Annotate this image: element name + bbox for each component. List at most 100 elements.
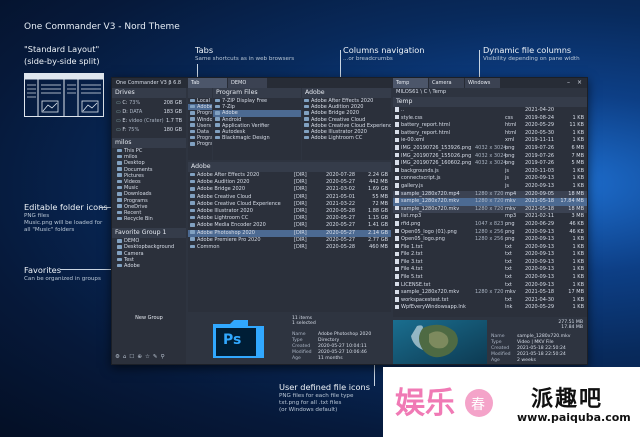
file-icon [395,137,399,143]
favorite-label: Desktopbackground [124,244,175,251]
table-row[interactable]: IMG_20190726_160602.png 4032 x 3024 png 201… [393,160,587,168]
table-row[interactable]: sample_1280x720.mkv 1280 x 720 mkv 2021-05-… [393,198,587,206]
file-ext: xml [505,137,515,144]
file-name: IMG_20190726_153926.png [401,144,472,151]
place-label: Downloads [124,191,152,198]
folder-icons-title: Editable folder icons [24,202,108,212]
table-row[interactable]: Adobe Illustrator 2020 [DIR] 2020-05-28 1.8… [188,208,391,215]
file-date: 2020-05-27 [326,229,356,236]
sidebar-toolbar[interactable]: ⚙⌂☐⊕☆✎⚲ [115,354,168,360]
table-row[interactable]: battery_report.html html 2020-05-30 1 KB [393,130,587,138]
file-name: File 1.txt [401,243,423,250]
file-size: 1.15 GB [367,215,388,222]
app-window: One Commander V3 β 6.8 – × Drives ▭ C: 7… [111,77,588,365]
table-row[interactable]: sample_1280x720.mkv 1280 x 720 mkv 2021-05-… [393,289,587,297]
table-row[interactable]: Adobe Audition 2020 [DIR] 2020-05-27 442 MB [188,179,391,186]
column-item[interactable]: Blackmagic Design [213,135,301,141]
info-key: Age [491,358,500,363]
table-row[interactable]: Adobe Creative Cloud Experience [DIR] 2021… [188,201,391,208]
file-dim: 4032 x 3024 [475,160,507,167]
table-row[interactable]: WpfEveryWindowsapp.lnk lnk 2020-05-29 1 KB [393,304,587,312]
table-row[interactable]: IMG_20190726_153926.png 4032 x 3024 png 201… [393,145,587,153]
file-ext: mkv [505,205,516,212]
file-size: 3 MB [571,213,584,220]
table-row[interactable]: Open05_logo (01).png 1280 x 256 png 2020-09… [393,229,587,237]
table-row[interactable]: Common [DIR] 2020-05-28 460 MB [188,244,391,251]
sidebar-place-item[interactable]: Recycle Bin [112,216,186,222]
table-row[interactable]: LICENSE.txt txt 2020-09-13 1 KB [393,282,587,290]
table-row[interactable]: .. 2021-04-20 [393,107,587,115]
file-name: Adobe Premiere Pro 2020 [197,236,261,243]
file-size: 72 MB [372,200,388,207]
file-size: 1 KB [572,167,584,174]
file-ext: [DIR] [294,229,307,236]
favorite-label: Adobe [124,263,140,269]
drive-item[interactable]: ▭ E: video (Crater) 1.7 TB [114,117,184,126]
file-name: sample_1280x720.mkv [401,205,460,212]
table-row[interactable]: File 2.txt txt 2020-09-13 1 KB [393,251,587,259]
file-ext: js [505,175,509,182]
file-ext: mkv [505,198,516,205]
tab-demo[interactable]: DEMO [228,78,267,88]
table-row[interactable]: backgrounds.js js 2020-11-03 1 KB [393,168,587,176]
table-row[interactable]: File 5.txt txt 2020-09-13 1 KB [393,274,587,282]
file-dim: 1280 x 720 [475,198,504,205]
table-row[interactable]: connectscript.js js 2020-09-13 1 KB [393,175,587,183]
file-date: 2020-09-13 [525,236,555,243]
file-dim: 1280 x 256 [475,236,504,243]
table-row[interactable]: Adobe Bridge 2020 [DIR] 2021-03-02 1.69 GB [188,186,391,193]
file-name: Adobe Media Encoder 2020 [197,222,266,229]
drive-item[interactable]: ▭ D: DATA 183 GB [114,108,184,117]
minimize-icon[interactable]: – [567,79,570,86]
file-size: 442 MB [369,179,388,186]
file-icon [395,168,399,173]
table-row[interactable]: Adobe After Effects 2020 [DIR] 2020-07-28 2… [188,172,391,179]
info-panel-left: 11 items 1 selected Name Adobe Photoshop … [292,316,392,362]
table-row[interactable]: Adobe Media Encoder 2020 [DIR] 2020-05-27 1… [188,222,391,229]
favorite-item[interactable]: Adobe [112,263,186,269]
file-icon [395,152,399,158]
table-row[interactable]: sample_1280x720.mkv 1280 x 720 mkv 2021-05-… [393,205,587,214]
folder-icon [190,123,195,128]
file-icon [395,107,399,112]
table-row[interactable]: sample_1280x720.mp4 1280 x 720 mp4 2020-09-… [393,190,587,199]
table-row[interactable]: ie-00.xml xml 2019-11-11 1 KB [393,137,587,145]
table-row[interactable]: IMG_20190726_155026.png 4032 x 3024 png 201… [393,153,587,161]
close-icon[interactable]: × [577,79,582,86]
tab-windows[interactable]: Windows [465,78,500,88]
table-row[interactable]: gallery.js js 2020-09-13 1 KB [393,183,587,191]
file-ext: png [505,236,515,243]
table-row[interactable]: list.mp3 mp3 2021-02-11 3 MB [393,213,587,221]
table-row[interactable]: battery_report.html html 2020-05-29 11 KB [393,122,587,130]
right-pane: Temp Camera Windows MILOS61 \ C \ Temp Tem… [393,78,587,364]
file-date: 2020-05-27 [326,236,356,243]
new-group-button[interactable]: New Group [118,314,180,322]
table-row[interactable]: rfid.png 1047 x 823 png 2020-06-29 46 KB [393,221,587,229]
table-row[interactable]: File 1.txt txt 2020-09-13 1 KB [393,244,587,252]
file-ext: txt [505,274,512,281]
drive-item[interactable]: ▭ C: 73% 208 GB [114,99,184,108]
column-item[interactable]: Program Files (x86) [188,141,212,147]
table-row[interactable]: File 3.txt txt 2020-09-13 1 KB [393,259,587,267]
table-row[interactable]: style.css css 2019-08-24 1 KB [393,115,587,123]
file-icon [395,160,399,165]
right-breadcrumb[interactable]: MILOS61 \ C \ Temp [396,89,446,95]
tab-camera[interactable]: Camera [429,78,464,88]
file-date: 2021-02-11 [525,213,555,220]
drive-item[interactable]: ▭ F: 75% 180 GB [114,126,184,135]
table-row[interactable]: Adobe Photoshop 2020 [DIR] 2020-05-27 2.14 … [188,229,391,237]
table-row[interactable]: Adobe Creative Cloud [DIR] 2021-05-01 55 MB [188,194,391,201]
table-row[interactable]: Adobe Lightroom CC [DIR] 2020-05-27 1.15 GB [188,215,391,222]
folder-icon [190,223,195,227]
file-date: 2019-07-26 [525,144,555,151]
table-row[interactable]: File 4.txt txt 2020-09-13 1 KB [393,266,587,274]
file-size: 7 MB [571,152,584,159]
column-item[interactable]: Adobe Lightroom CC [302,135,391,141]
table-row[interactable]: Adobe Premiere Pro 2020 [DIR] 2020-05-27 2.… [188,237,391,244]
file-date: 2021-03-22 [326,200,356,207]
table-row[interactable]: workspacestest.txt txt 2021-04-30 1 KB [393,297,587,305]
tab-tab[interactable]: Tab [188,78,227,88]
table-row[interactable]: Open05_logo.png 1280 x 256 png 2020-09-13 1 … [393,236,587,244]
tab-temp[interactable]: Temp [393,78,428,88]
file-ext: png [505,144,515,151]
